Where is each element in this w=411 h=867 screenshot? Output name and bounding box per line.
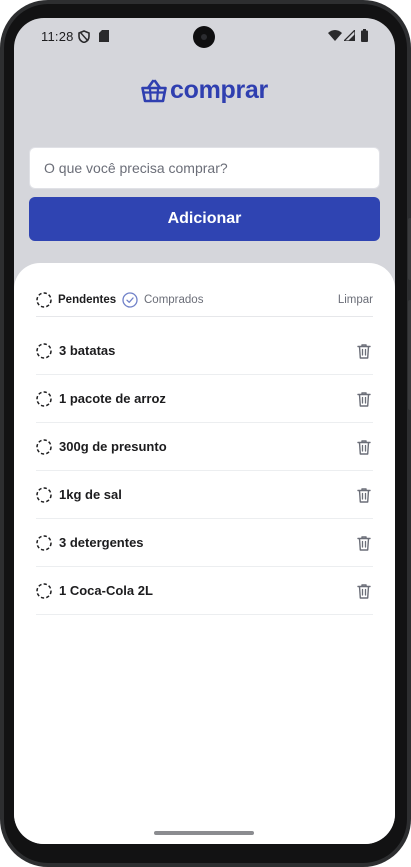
filter-pending-label: Pendentes xyxy=(58,294,117,306)
list-panel: Pendentes Comprados Limpar 3 batatas 1 p… xyxy=(14,263,395,844)
filter-pending[interactable]: Pendentes xyxy=(36,292,116,308)
item-label: 3 detergentes xyxy=(59,535,144,550)
sd-card-icon xyxy=(99,30,109,42)
signal-icon xyxy=(344,30,355,41)
trash-icon[interactable] xyxy=(355,534,373,552)
status-bar: 11:28 xyxy=(14,18,395,56)
basket-icon xyxy=(141,79,167,102)
item-input[interactable] xyxy=(29,147,380,189)
trash-icon[interactable] xyxy=(355,342,373,360)
home-indicator[interactable] xyxy=(154,831,254,835)
add-button[interactable]: Adicionar xyxy=(29,197,380,241)
trash-icon[interactable] xyxy=(355,438,373,456)
app-screen: 11:28 comprar O que você precisa comprar… xyxy=(14,18,395,844)
battery-icon xyxy=(361,29,368,42)
list-item: 1kg de sal xyxy=(36,471,373,519)
filter-bought[interactable]: Comprados xyxy=(122,292,203,308)
logo-text: comprar xyxy=(170,76,268,104)
list-item: 300g de presunto xyxy=(36,423,373,471)
item-label: 300g de presunto xyxy=(59,439,167,454)
list-item: 1 Coca-Cola 2L xyxy=(36,567,373,615)
dashed-circle-icon xyxy=(36,292,52,308)
list-item: 1 pacote de arroz xyxy=(36,375,373,423)
dashed-circle-icon[interactable] xyxy=(36,582,52,599)
item-label: 3 batatas xyxy=(59,343,116,358)
check-circle-icon xyxy=(122,292,138,308)
item-label: 1 pacote de arroz xyxy=(59,391,166,406)
list-item: 3 detergentes xyxy=(36,519,373,567)
trash-icon[interactable] xyxy=(355,390,373,408)
clear-button[interactable]: Limpar xyxy=(338,294,373,306)
shield-icon xyxy=(78,30,90,43)
phone-frame: 11:28 comprar O que você precisa comprar… xyxy=(0,0,411,867)
status-time: 11:28 xyxy=(41,29,74,44)
filter-bought-label: Comprados xyxy=(144,294,204,306)
app-logo: comprar xyxy=(14,76,395,105)
dashed-circle-icon[interactable] xyxy=(36,486,52,503)
list-item: 3 batatas xyxy=(36,327,373,375)
trash-icon[interactable] xyxy=(355,486,373,504)
front-camera xyxy=(193,26,215,48)
dashed-circle-icon[interactable] xyxy=(36,438,52,455)
dashed-circle-icon[interactable] xyxy=(36,390,52,407)
item-label: 1 Coca-Cola 2L xyxy=(59,583,153,598)
filter-bar: Pendentes Comprados Limpar xyxy=(36,285,373,317)
wifi-icon xyxy=(328,30,342,41)
dashed-circle-icon[interactable] xyxy=(36,342,52,359)
trash-icon[interactable] xyxy=(355,582,373,600)
dashed-circle-icon[interactable] xyxy=(36,534,52,551)
item-label: 1kg de sal xyxy=(59,487,122,502)
item-list: 3 batatas 1 pacote de arroz 300g de pres… xyxy=(36,327,373,615)
